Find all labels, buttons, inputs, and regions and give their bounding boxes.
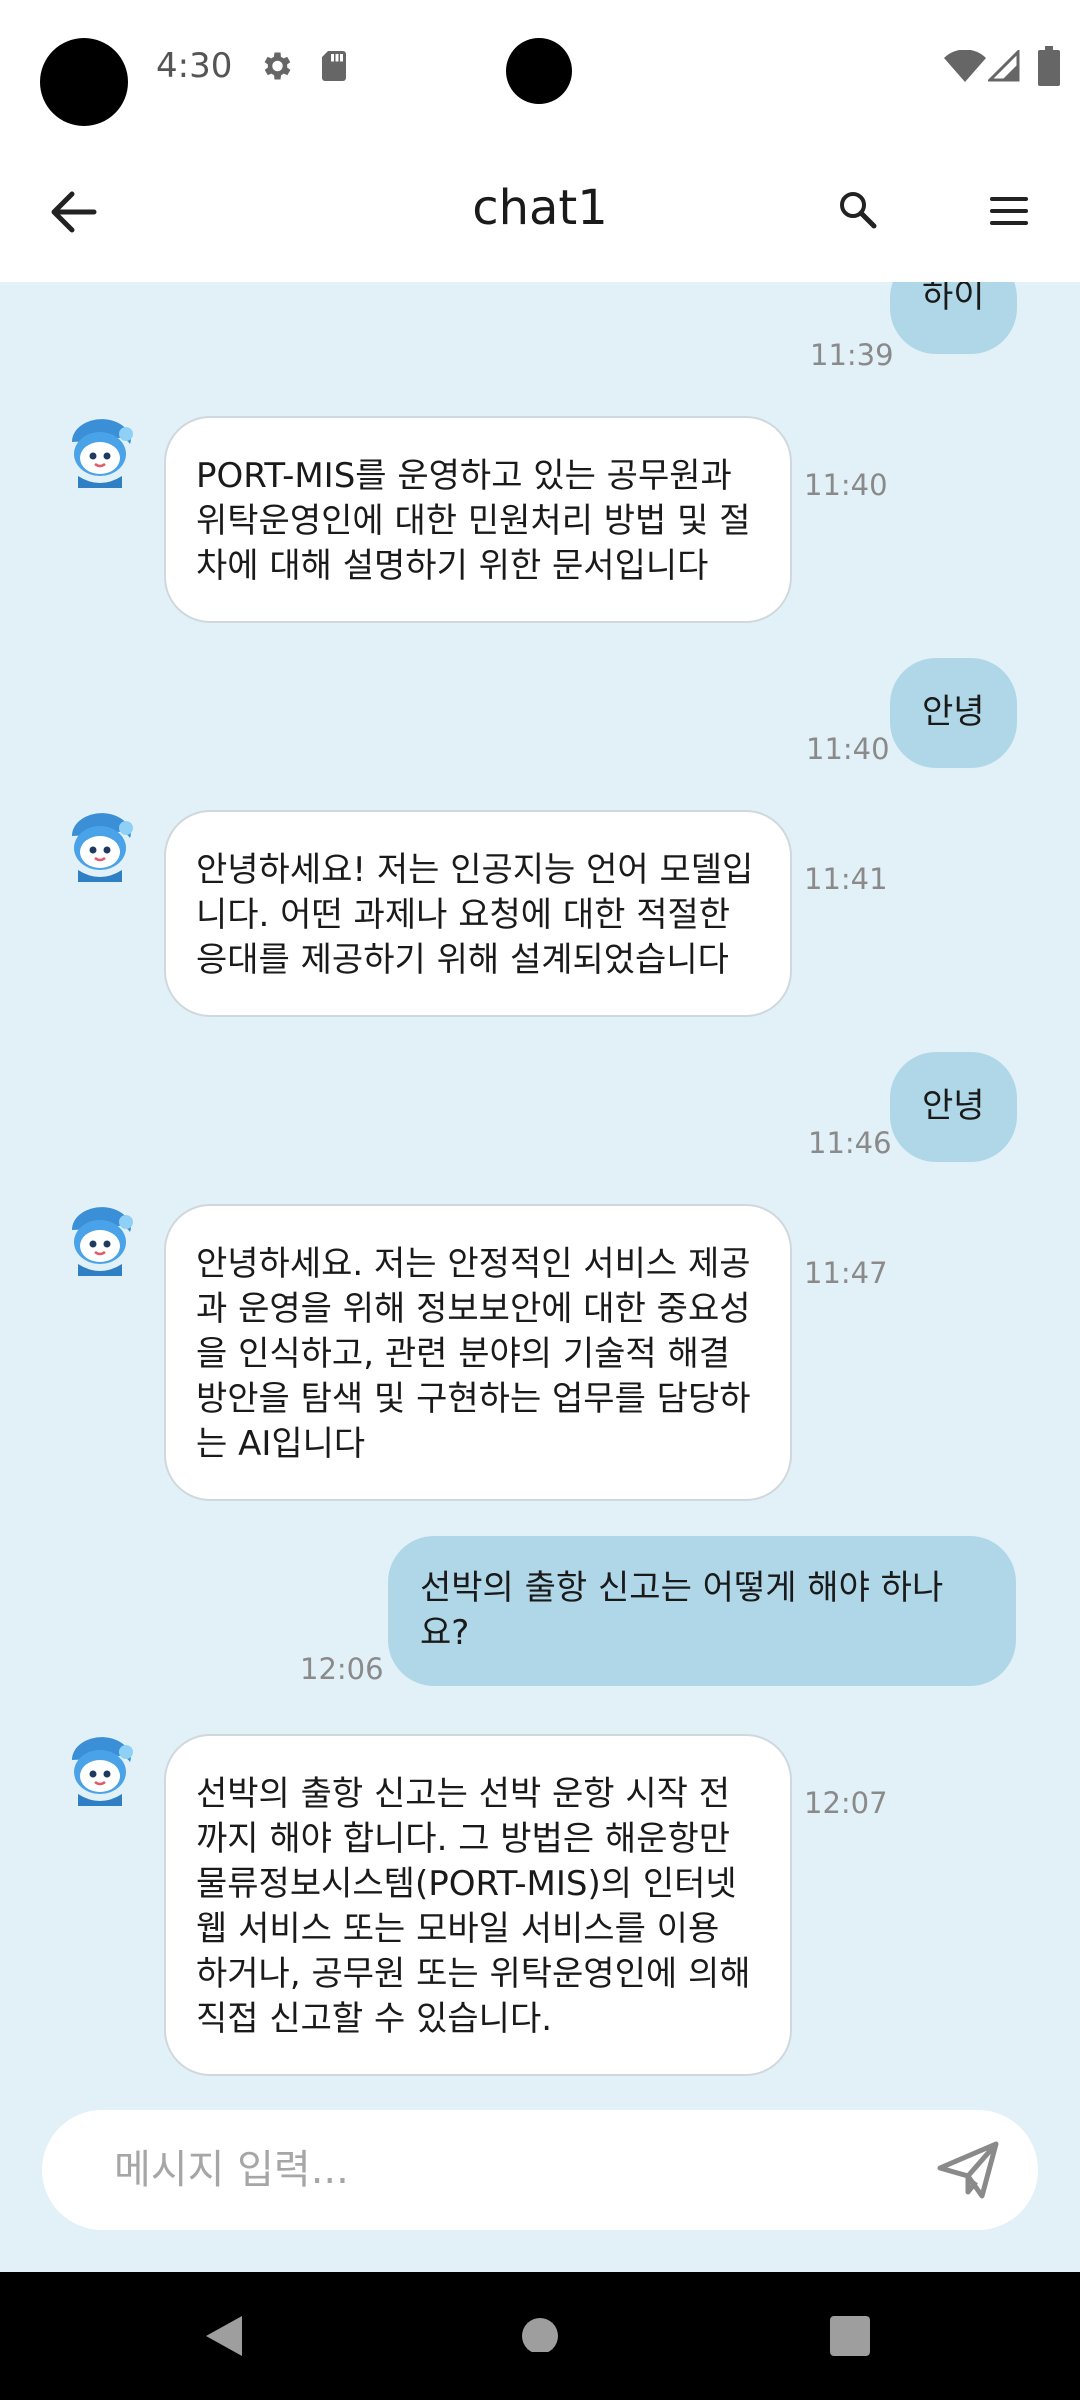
bot-avatar bbox=[60, 1200, 144, 1284]
message-line: 과 운영을 위해 정보보안에 대한 중요성 bbox=[196, 1289, 751, 1329]
message-line: 방안을 탐색 및 구현하는 업무를 담당하 bbox=[196, 1379, 751, 1419]
message-time: 11:40 bbox=[804, 468, 888, 502]
message-time: 11:41 bbox=[804, 862, 888, 896]
search-button[interactable] bbox=[836, 188, 880, 232]
message-line: 물류정보시스템(PORT-MIS)의 인터넷 bbox=[196, 1864, 737, 1904]
mascot-avatar-icon bbox=[72, 1737, 133, 1806]
message-line: 까지 해야 합니다. 그 방법은 해운항만 bbox=[196, 1819, 731, 1859]
send-button[interactable] bbox=[934, 2138, 1002, 2202]
system-nav-bar bbox=[0, 2272, 1080, 2400]
message-line: 안녕하세요! 저는 인공지능 언어 모델입 bbox=[196, 850, 754, 890]
nav-recents-button[interactable] bbox=[830, 2312, 870, 2360]
message-time: 11:39 bbox=[810, 338, 894, 372]
nav-home-icon bbox=[522, 2318, 558, 2354]
message-line: 안녕하세요. 저는 안정적인 서비스 제공 bbox=[196, 1244, 751, 1284]
page-title: chat1 bbox=[472, 180, 608, 236]
user-message-bubble: 안녕 bbox=[890, 658, 1017, 768]
message-line: 직접 신고할 수 있습니다. bbox=[196, 1999, 553, 2039]
user-message-bubble: 하이 bbox=[890, 282, 1017, 354]
status-time: 4:30 bbox=[156, 46, 233, 86]
mascot-avatar-icon bbox=[72, 419, 133, 488]
message-time: 11:47 bbox=[804, 1256, 888, 1290]
user-message-bubble: 선박의 출항 신고는 어떻게 해야 하나 요? bbox=[388, 1536, 1016, 1686]
top-app-bar: chat1 bbox=[0, 140, 1080, 282]
message-time: 11:40 bbox=[806, 732, 890, 766]
bot-message-bubble: 선박의 출항 신고는 선박 운항 시작 전 까지 해야 합니다. 그 방법은 해… bbox=[164, 1734, 792, 2076]
bot-message-bubble: 안녕하세요! 저는 인공지능 언어 모델입 니다. 어떤 과제나 요청에 대한 … bbox=[164, 810, 792, 1017]
status-bar: 4:30 bbox=[0, 0, 1080, 140]
message-line: 하거나, 공무원 또는 위탁운영인에 의해 bbox=[196, 1954, 751, 1994]
message-input[interactable] bbox=[114, 2110, 894, 2230]
camera-cutout bbox=[40, 38, 128, 126]
message-line: 을 인식하고, 관련 분야의 기술적 해결 bbox=[196, 1334, 731, 1374]
send-icon bbox=[937, 2141, 999, 2199]
sd-card-icon bbox=[318, 48, 350, 84]
mascot-avatar-icon bbox=[72, 813, 133, 882]
message-text: 하이 bbox=[922, 282, 985, 316]
message-text: 안녕 bbox=[922, 692, 985, 732]
message-time: 12:06 bbox=[300, 1652, 384, 1686]
nav-recents-icon bbox=[830, 2316, 870, 2356]
message-line: 위탁운영인에 대한 민원처리 방법 및 절 bbox=[196, 501, 751, 541]
message-line: 는 AI입니다 bbox=[196, 1424, 366, 1464]
signal-icon bbox=[988, 50, 1020, 82]
wifi-icon bbox=[944, 50, 986, 82]
search-icon bbox=[840, 192, 877, 229]
nav-home-button[interactable] bbox=[520, 2312, 560, 2356]
message-line: 선박의 출항 신고는 어떻게 해야 하나 bbox=[420, 1568, 944, 1608]
mascot-avatar-icon bbox=[72, 1207, 133, 1276]
menu-icon bbox=[990, 197, 1028, 225]
message-line: 차에 대해 설명하기 위한 문서입니다 bbox=[196, 546, 709, 586]
message-line: 선박의 출항 신고는 선박 운항 시작 전 bbox=[196, 1774, 731, 1814]
bot-avatar bbox=[60, 412, 144, 496]
message-line: 요? bbox=[420, 1613, 470, 1653]
menu-button[interactable] bbox=[986, 188, 1032, 234]
user-message-bubble: 안녕 bbox=[890, 1052, 1017, 1162]
message-line: PORT-MIS를 운영하고 있는 공무원과 bbox=[196, 456, 732, 496]
nav-back-button[interactable] bbox=[202, 2312, 246, 2364]
message-line: 웹 서비스 또는 모바일 서비스를 이용 bbox=[196, 1909, 720, 1949]
bot-message-bubble: 안녕하세요. 저는 안정적인 서비스 제공 과 운영을 위해 정보보안에 대한 … bbox=[164, 1204, 792, 1501]
message-time: 12:07 bbox=[804, 1786, 888, 1820]
message-line: 니다. 어떤 과제나 요청에 대한 적절한 bbox=[196, 895, 731, 935]
message-composer bbox=[42, 2110, 1038, 2230]
battery-icon bbox=[1038, 46, 1060, 86]
chat-message-list[interactable]: 하이 11:39 PORT-MIS를 운영하고 있는 공무원과 위탁운영인에 대… bbox=[0, 282, 1080, 2272]
message-text: 안녕 bbox=[922, 1086, 985, 1126]
bot-message-bubble: PORT-MIS를 운영하고 있는 공무원과 위탁운영인에 대한 민원처리 방법… bbox=[164, 416, 792, 623]
settings-icon bbox=[258, 48, 294, 84]
nav-back-icon bbox=[206, 2316, 242, 2356]
message-time: 11:46 bbox=[808, 1126, 892, 1160]
message-line: 응대를 제공하기 위해 설계되었습니다 bbox=[196, 940, 729, 980]
bot-avatar bbox=[60, 806, 144, 890]
front-camera bbox=[506, 38, 572, 104]
bot-avatar bbox=[60, 1730, 144, 1814]
